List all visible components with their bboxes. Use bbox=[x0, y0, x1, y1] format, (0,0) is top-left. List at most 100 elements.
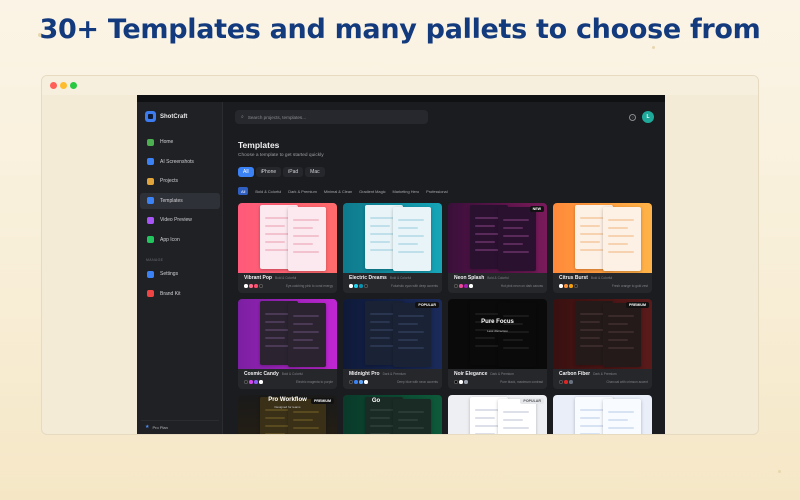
category-tab[interactable]: Minimal & Clean bbox=[324, 189, 352, 194]
mockup-line bbox=[398, 227, 418, 229]
template-card[interactable]: Electric Dreams Bold & Colorful Futuristic… bbox=[343, 203, 442, 293]
template-thumbnail: NEW bbox=[448, 203, 547, 273]
mockup-line bbox=[293, 219, 319, 221]
template-card[interactable]: Cosmic Candy Bold & Colorful Electric mage… bbox=[238, 299, 337, 389]
mockup-line bbox=[503, 339, 523, 341]
device-tab-mac[interactable]: Mac bbox=[305, 167, 325, 177]
mockup-line bbox=[580, 225, 600, 227]
template-meta-row: Fresh orange to gold zest bbox=[559, 284, 648, 288]
category-tab[interactable]: Marketing Hero bbox=[393, 189, 420, 194]
template-card[interactable]: Go bbox=[343, 395, 442, 434]
video-icon bbox=[147, 216, 154, 224]
sparkle-icon bbox=[147, 158, 154, 165]
mockup-line bbox=[608, 331, 634, 333]
color-swatch bbox=[354, 380, 358, 384]
mockup-line bbox=[608, 347, 634, 349]
thumbnail-subtext: Less distraction bbox=[487, 329, 508, 333]
sidebar-item-label: App Icon bbox=[160, 236, 180, 243]
category-tab[interactable]: All bbox=[238, 187, 249, 195]
home-icon bbox=[147, 138, 154, 146]
template-badge: POPULAR bbox=[415, 302, 439, 308]
color-swatch bbox=[464, 380, 468, 384]
category-tab[interactable]: Dark & Premium bbox=[288, 189, 317, 194]
mockup-line bbox=[608, 339, 628, 341]
close-window-button[interactable] bbox=[50, 82, 57, 89]
template-name: Neon Splash Bold & Colorful bbox=[454, 275, 543, 281]
category-tab[interactable]: Bold & Colorful bbox=[255, 189, 281, 194]
template-card[interactable]: Citrus Burst Bold & Colorful Fresh orange … bbox=[553, 203, 652, 293]
template-description: Fresh orange to gold zest bbox=[611, 284, 648, 288]
mockup-line bbox=[293, 227, 313, 229]
search-input[interactable] bbox=[247, 114, 418, 120]
sidebar-item-settings[interactable]: Settings bbox=[140, 266, 220, 282]
color-swatch bbox=[244, 380, 248, 384]
mockup-line bbox=[293, 339, 313, 341]
category-tab[interactable]: Gradient Magic bbox=[359, 189, 385, 194]
mockup-line bbox=[608, 315, 634, 317]
brush-icon bbox=[147, 290, 154, 297]
template-thumbnail bbox=[553, 395, 652, 434]
sidebar-item-home[interactable]: Home bbox=[140, 134, 220, 150]
template-meta-row: Electric magenta to purple bbox=[244, 380, 333, 384]
mockup-line bbox=[370, 433, 390, 434]
template-info: Cosmic Candy Bold & Colorful Electric mage… bbox=[244, 371, 333, 384]
sidebar-item-templates[interactable]: Templates bbox=[140, 192, 220, 209]
mockup-line bbox=[265, 433, 285, 434]
template-thumbnail bbox=[238, 299, 337, 369]
template-description: Futuristic cyan with deep accents bbox=[391, 284, 438, 288]
template-thumbnail: Pure Focus Less distraction bbox=[448, 299, 547, 369]
color-swatch bbox=[564, 284, 568, 288]
mockup-line bbox=[475, 225, 495, 227]
device-tab-all[interactable]: All bbox=[238, 167, 254, 177]
template-card[interactable] bbox=[553, 395, 652, 434]
color-swatch bbox=[259, 380, 263, 384]
sidebar-item-video-preview[interactable]: Video Preview bbox=[140, 212, 220, 228]
template-card[interactable]: POPULAR Midnight Pro Dark & Premium Deep bl… bbox=[343, 299, 442, 389]
template-card[interactable]: PREMIUM Carbon Fiber Dark & Premium Charcoa… bbox=[553, 299, 652, 389]
mockup-line bbox=[580, 337, 600, 339]
help-icon[interactable]: ? bbox=[629, 114, 636, 121]
minimize-window-button[interactable] bbox=[60, 82, 67, 89]
template-card[interactable]: POPULAR bbox=[448, 395, 547, 434]
sidebar-manage-nav: Settings Brand Kit bbox=[140, 266, 220, 305]
mockup-line bbox=[608, 427, 634, 429]
color-swatch bbox=[364, 284, 368, 288]
device-tab-iphone[interactable]: iPhone bbox=[255, 167, 282, 177]
search-icon: ⌕ bbox=[241, 114, 244, 120]
sidebar-item-label: Templates bbox=[160, 197, 183, 204]
mockup-line bbox=[398, 235, 424, 237]
folder-icon bbox=[147, 177, 154, 185]
color-swatch bbox=[574, 284, 578, 288]
search-bar[interactable]: ⌕ bbox=[235, 110, 428, 124]
sidebar-item-projects[interactable]: Projects bbox=[140, 173, 220, 189]
app-logo[interactable]: ShotCraft bbox=[145, 111, 187, 122]
sidebar-item-app-icon[interactable]: App Icon bbox=[140, 232, 220, 248]
mockup-line bbox=[293, 251, 319, 253]
avatar[interactable]: L bbox=[642, 111, 654, 123]
mockup-line bbox=[293, 331, 319, 333]
sidebar-item-brand-kit[interactable]: Brand Kit bbox=[140, 286, 220, 302]
color-swatch bbox=[569, 380, 573, 384]
template-name: Cosmic Candy Bold & Colorful bbox=[244, 371, 333, 377]
template-card[interactable]: NEW Neon Splash Bold & Colorful Hot pink ne… bbox=[448, 203, 547, 293]
category-tab[interactable]: Professional bbox=[426, 189, 447, 194]
device-tab-ipad[interactable]: iPad bbox=[283, 167, 304, 177]
app-icon bbox=[147, 236, 154, 243]
sidebar-item-label: AI Screenshots bbox=[160, 158, 194, 165]
template-card[interactable]: Vibrant Pop Bold & Colorful Eye-catching p… bbox=[238, 203, 337, 293]
mockup-line bbox=[265, 241, 285, 243]
sidebar-item-ai-screenshots[interactable]: AI Screenshots bbox=[140, 154, 220, 170]
color-swatch bbox=[244, 284, 248, 288]
template-description: Charcoal with crimson accent bbox=[606, 380, 648, 384]
template-meta-row: Pure black, maximum contrast bbox=[454, 380, 543, 384]
color-swatches bbox=[349, 284, 368, 288]
mockup-line bbox=[398, 219, 424, 221]
pro-plan-badge[interactable]: ★ Pro Plan bbox=[141, 420, 219, 431]
template-thumbnail bbox=[553, 203, 652, 273]
template-card[interactable]: Pure Focus Less distraction Noir Elegance D… bbox=[448, 299, 547, 389]
template-info: Vibrant Pop Bold & Colorful Eye-catching p… bbox=[244, 275, 333, 288]
zoom-window-button[interactable] bbox=[70, 82, 77, 89]
template-category: Bold & Colorful bbox=[487, 276, 509, 280]
template-card[interactable]: Pro Workflow Designed for teams PREMIUM bbox=[238, 395, 337, 434]
mockup-line bbox=[370, 225, 390, 227]
